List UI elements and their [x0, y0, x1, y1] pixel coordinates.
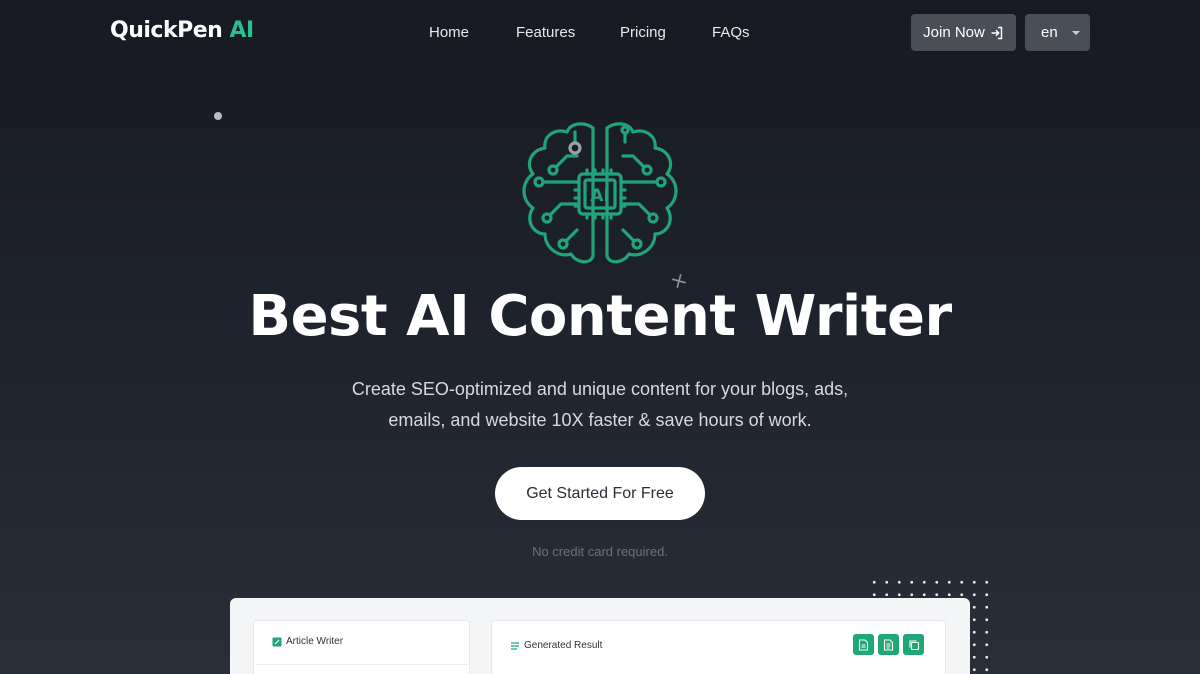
join-now-button[interactable]: Join Now: [911, 14, 1016, 51]
nav-pricing[interactable]: Pricing: [620, 24, 666, 41]
hero-title: Best AI Content Writer: [248, 284, 952, 349]
chevron-down-icon: [1071, 30, 1080, 35]
generated-result-heading: Generated Result: [510, 640, 602, 651]
language-select[interactable]: en: [1025, 14, 1090, 51]
no-credit-card-note: No credit card required.: [532, 544, 668, 559]
login-icon: [991, 26, 1003, 39]
hero-subtitle-line1: Create SEO-optimized and unique content …: [351, 379, 849, 399]
download-doc-button[interactable]: [853, 634, 874, 655]
ai-brain-icon: AI: [522, 122, 678, 264]
list-icon: [511, 641, 519, 650]
nav-features[interactable]: Features: [516, 24, 575, 41]
hero-subtitle: Create SEO-optimized and unique content …: [300, 374, 900, 436]
generated-result-label: Generated Result: [524, 640, 603, 651]
top-navbar: QuickPen AI Home Features Pricing FAQs J…: [0, 0, 1200, 64]
copy-icon: [908, 639, 919, 650]
hero-subtitle-line2: emails, and website 10X faster & save ho…: [388, 410, 812, 430]
article-writer-label: Article Writer: [286, 636, 344, 647]
article-writer-card: [253, 620, 470, 674]
article-writer-heading: Article Writer: [272, 636, 343, 647]
decor-dot: [214, 112, 222, 120]
nav-home[interactable]: Home: [429, 24, 469, 41]
join-now-label: Join Now: [923, 24, 985, 41]
file-text-icon: [883, 638, 894, 651]
copy-result-button[interactable]: [903, 634, 924, 655]
card-divider: [256, 664, 468, 665]
download-txt-button[interactable]: [878, 634, 899, 655]
language-value: en: [1041, 24, 1058, 41]
nav-faqs[interactable]: FAQs: [712, 24, 750, 41]
get-started-button[interactable]: Get Started For Free: [495, 467, 705, 520]
doc-icon: [858, 638, 869, 651]
main-menu: Home Features Pricing FAQs: [0, 24, 1200, 44]
chip-label: AI: [590, 186, 609, 206]
edit-icon: [272, 637, 282, 646]
